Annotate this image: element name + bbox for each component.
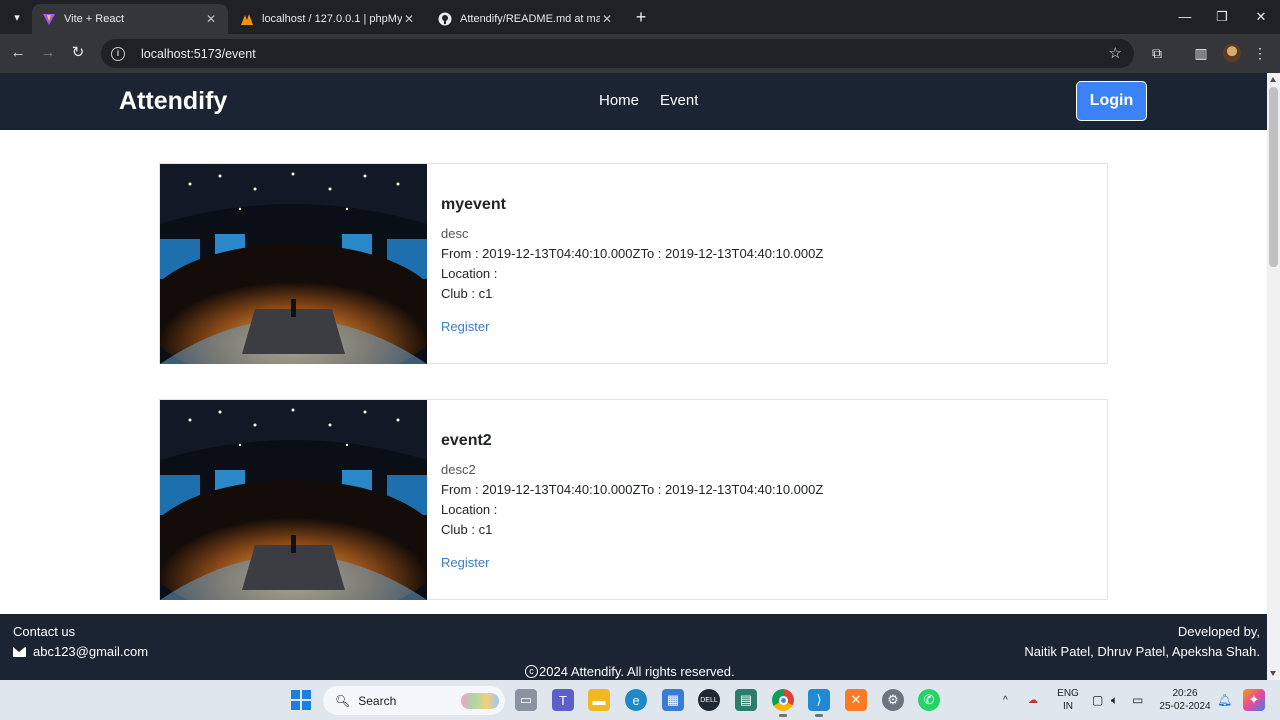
- event-dates: From : 2019-12-13T04:40:10.000ZTo : 2019…: [441, 246, 824, 261]
- event-card: myevent desc From : 2019-12-13T04:40:10.…: [159, 163, 1108, 364]
- email-text[interactable]: abc123@gmail.com: [33, 644, 148, 659]
- notification-bell-icon[interactable]: 🔔︎: [1217, 680, 1232, 720]
- new-tab-button[interactable]: +: [630, 7, 652, 29]
- tab-title: Attendify/README.md at main: [460, 13, 600, 25]
- page-viewport: Attendify Home Event Login myevent desc …: [0, 73, 1267, 680]
- system-clock[interactable]: 20:26 25-02-2024: [1156, 687, 1214, 713]
- dell-icon[interactable]: DELL: [698, 689, 720, 711]
- file-explorer-icon[interactable]: ▬: [588, 689, 610, 711]
- tray-overflow-icon[interactable]: ^: [1003, 680, 1008, 720]
- register-link[interactable]: Register: [441, 319, 489, 334]
- close-tab-icon[interactable]: ✕: [402, 12, 416, 26]
- profile-avatar[interactable]: [1223, 44, 1241, 62]
- microsoft-store-icon[interactable]: ▦: [662, 689, 684, 711]
- event-description: desc: [441, 226, 469, 241]
- nav-link-home[interactable]: Home: [599, 92, 639, 109]
- close-tab-icon[interactable]: ✕: [204, 12, 218, 26]
- search-icon: 🔍︎: [335, 693, 351, 708]
- extensions-icon[interactable]: ⧉: [1147, 43, 1167, 63]
- event-dates: From : 2019-12-13T04:40:10.000ZTo : 2019…: [441, 482, 824, 497]
- vite-icon: [42, 12, 56, 26]
- site-navbar: Attendify Home Event Login: [0, 73, 1267, 130]
- taskbar-search[interactable]: 🔍︎ Search: [323, 686, 505, 715]
- wifi-icon[interactable]: ▢: [1092, 680, 1103, 720]
- event-title: myevent: [441, 196, 506, 213]
- copyright: c 2024 Attendify. All rights reserved.: [525, 664, 735, 679]
- address-bar[interactable]: i localhost:5173/event ☆: [101, 39, 1134, 68]
- tab-phpmyadmin[interactable]: localhost / 127.0.0.1 | phpMyAd ✕: [230, 4, 426, 34]
- copyright-text: 2024 Attendify. All rights reserved.: [539, 664, 735, 679]
- event-description: desc2: [441, 462, 476, 477]
- login-button[interactable]: Login: [1076, 81, 1147, 121]
- nav-link-event[interactable]: Event: [660, 92, 698, 109]
- maximize-button[interactable]: ❐: [1204, 6, 1240, 28]
- tab-title: localhost / 127.0.0.1 | phpMyAd: [262, 13, 402, 25]
- settings-gear-icon[interactable]: ⚙: [882, 689, 904, 711]
- event-image: [160, 164, 427, 364]
- bookmark-star-icon[interactable]: ☆: [1109, 44, 1122, 62]
- scroll-up-icon[interactable]: [1270, 77, 1276, 82]
- edge-icon[interactable]: e: [625, 689, 647, 711]
- contact-heading: Contact us: [13, 624, 76, 639]
- copilot-icon[interactable]: ✦: [1243, 689, 1265, 711]
- region-code: IN: [1063, 701, 1073, 712]
- register-link[interactable]: Register: [441, 555, 489, 570]
- search-highlight-image: [461, 693, 499, 709]
- browser-toolbar: ← → ↻ i localhost:5173/event ☆ ⧉ ▥ ⋮: [0, 34, 1280, 73]
- app-icon[interactable]: ▤: [735, 689, 757, 711]
- chrome-menu-icon[interactable]: ⋮: [1250, 43, 1270, 63]
- close-tab-icon[interactable]: ✕: [600, 12, 614, 26]
- envelope-icon: [13, 646, 26, 657]
- url-text[interactable]: localhost:5173/event: [141, 47, 256, 61]
- event-location: Location :: [441, 502, 498, 517]
- tab-title: Vite + React: [64, 13, 125, 25]
- side-panel-icon[interactable]: ▥: [1191, 43, 1211, 63]
- teams-icon[interactable]: T: [552, 689, 574, 711]
- event-location: Location :: [441, 266, 498, 281]
- event-title: event2: [441, 432, 492, 449]
- phpmyadmin-icon: [240, 12, 254, 26]
- event-club: Club : c1: [441, 522, 493, 537]
- copyright-icon: c: [525, 665, 538, 678]
- reload-button[interactable]: ↻: [67, 42, 89, 64]
- minimize-button[interactable]: —: [1167, 6, 1203, 28]
- language-code: ENG: [1057, 688, 1079, 699]
- site-info-icon[interactable]: i: [111, 46, 125, 61]
- contact-email[interactable]: abc123@gmail.com: [13, 644, 148, 659]
- developer-names: Naitik Patel, Dhruv Patel, Apeksha Shah.: [1024, 644, 1260, 659]
- clock-time: 20:26: [1172, 688, 1198, 699]
- site-brand[interactable]: Attendify: [119, 87, 227, 116]
- github-icon: [438, 12, 452, 26]
- clock-date: 25-02-2024: [1159, 701, 1211, 712]
- event-card: event2 desc2 From : 2019-12-13T04:40:10.…: [159, 399, 1108, 600]
- event-club: Club : c1: [441, 286, 493, 301]
- volume-icon[interactable]: 🔈︎: [1111, 680, 1118, 720]
- scroll-thumb[interactable]: [1269, 87, 1278, 267]
- tab-search-button[interactable]: ▾: [6, 6, 28, 28]
- page-scrollbar[interactable]: [1267, 73, 1280, 680]
- task-view-icon[interactable]: ▭: [515, 689, 537, 711]
- windows-taskbar: 🔍︎ Search ▭ T ▬ e ▦ DELL ▤ ⟩ ✕ ⚙ ✆ ^ ☁ E…: [0, 680, 1280, 720]
- forward-button[interactable]: →: [37, 42, 59, 64]
- site-footer: Contact us abc123@gmail.com Developed by…: [0, 614, 1267, 680]
- close-window-button[interactable]: ✕: [1243, 6, 1279, 28]
- search-label: Search: [358, 693, 397, 708]
- battery-icon[interactable]: ▭: [1132, 680, 1143, 720]
- back-button[interactable]: ←: [7, 42, 29, 64]
- event-image: [160, 400, 427, 600]
- language-indicator[interactable]: ENG IN: [1056, 687, 1080, 713]
- tray-network-alert-icon[interactable]: ☁: [1028, 680, 1038, 720]
- vscode-icon[interactable]: ⟩: [808, 689, 830, 717]
- browser-tab-strip: ▾ Vite + React ✕ localhost / 127.0.0.1 |…: [0, 0, 1280, 34]
- xampp-icon[interactable]: ✕: [845, 689, 867, 711]
- scroll-down-icon[interactable]: [1270, 671, 1276, 676]
- developed-by-label: Developed by,: [1177, 624, 1260, 639]
- tab-vite-react[interactable]: Vite + React ✕: [32, 4, 228, 34]
- whatsapp-icon[interactable]: ✆: [918, 689, 940, 711]
- chrome-icon[interactable]: [772, 689, 794, 717]
- windows-start-icon[interactable]: [291, 690, 311, 710]
- tab-github-readme[interactable]: Attendify/README.md at main ✕: [428, 4, 624, 34]
